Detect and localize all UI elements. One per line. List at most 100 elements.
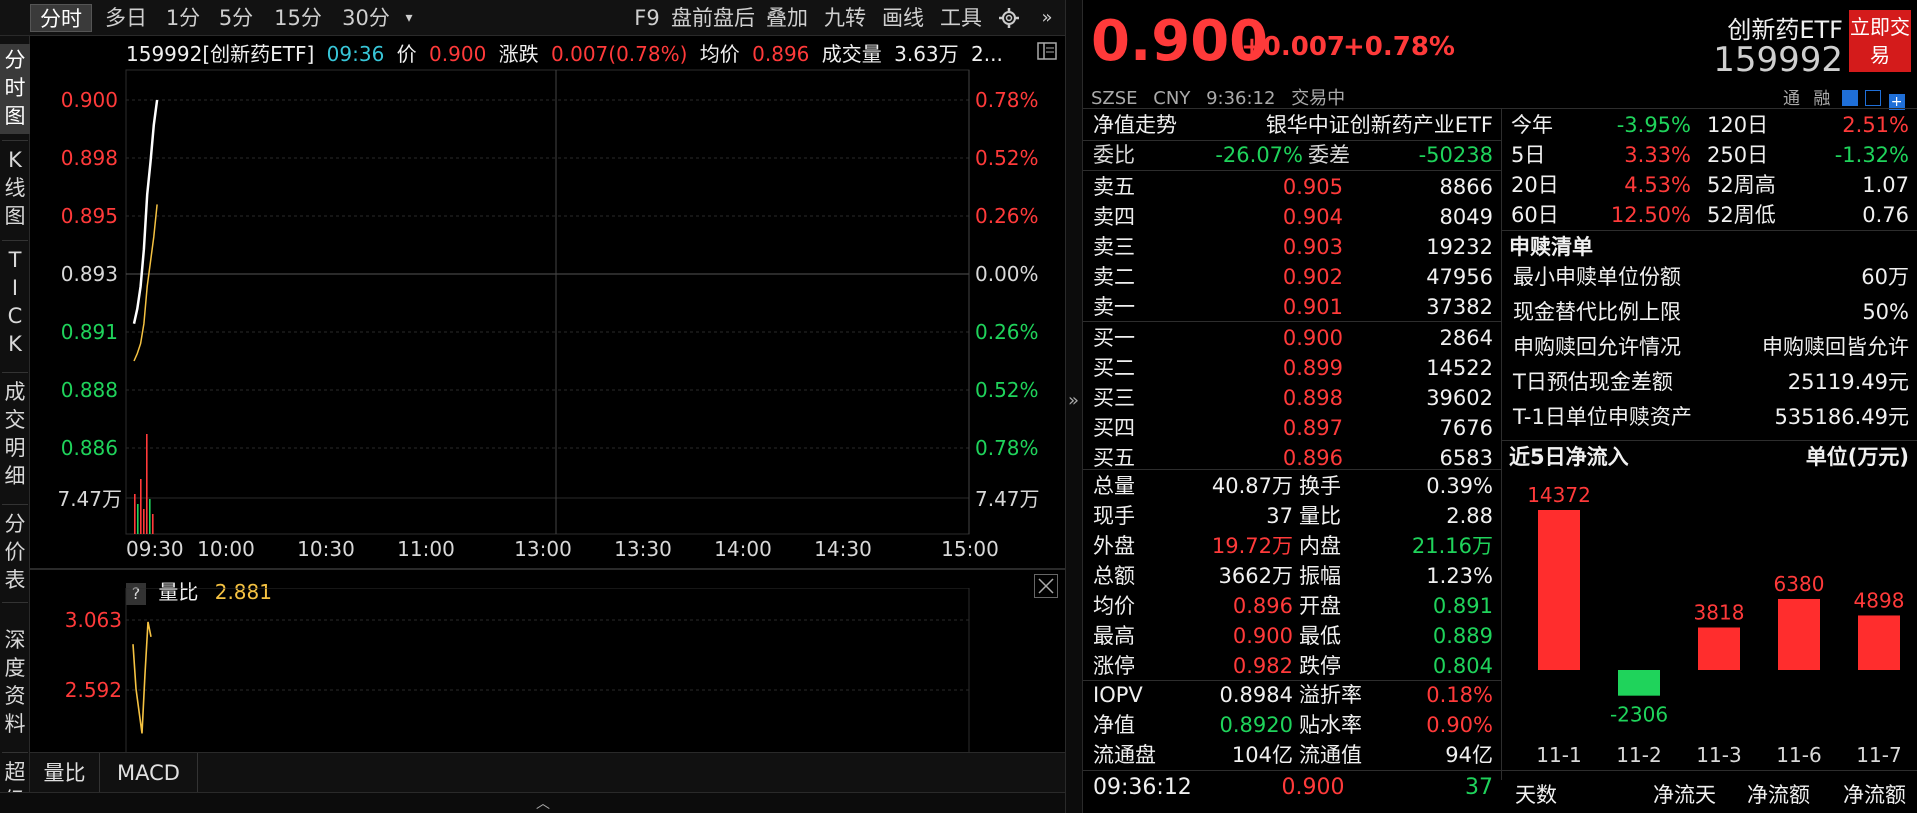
stat-row: 总量 40.87万 换手 0.39% bbox=[1093, 471, 1493, 501]
collapse-chevron-icon[interactable]: » bbox=[1068, 390, 1079, 411]
quote-panel: 0.900 +0.007 +0.78% 创新药ETF 159992 立即交易 S… bbox=[1083, 0, 1917, 813]
tab-volume-ratio[interactable]: 量比 bbox=[30, 753, 100, 793]
sidebar-item-deep-data[interactable]: 深度资料 bbox=[0, 626, 30, 746]
x-tick: 15:00 bbox=[941, 537, 999, 561]
intraday-chart[interactable]: 159992[创新药ETF] 09:36 价 0.900 涨跌 0.007(0.… bbox=[30, 36, 1065, 813]
ask-label: 卖一 bbox=[1093, 295, 1135, 319]
netflow-date: 11-1 bbox=[1536, 743, 1581, 767]
last-trade-row: 09:36:12 0.900 37 bbox=[1093, 773, 1493, 803]
tab-nine-turn[interactable]: 九转 bbox=[822, 4, 868, 32]
sidebar-item-tick[interactable]: TICK bbox=[0, 246, 30, 366]
ask-volume: 19232 bbox=[1426, 235, 1493, 259]
netflow-bar bbox=[1698, 627, 1740, 670]
fund-full-name: 银华中证创新药产业ETF bbox=[1265, 113, 1493, 137]
last-trade-volume: 37 bbox=[1465, 775, 1493, 800]
stat-value: 19.72万 bbox=[1211, 534, 1293, 558]
bid-row: 买一 0.900 2864 bbox=[1093, 323, 1493, 353]
tab-multiday[interactable]: 多日 bbox=[96, 4, 156, 32]
subscription-title: 申赎清单 bbox=[1509, 235, 1593, 259]
bid-price: 0.897 bbox=[1282, 416, 1343, 440]
weibi-value: -26.07% bbox=[1215, 143, 1303, 167]
more-periods-dropdown-icon[interactable]: ▾ bbox=[400, 4, 418, 32]
ratio-line bbox=[132, 621, 152, 734]
stat-row: 总额 3662万 振幅 1.23% bbox=[1093, 561, 1493, 591]
perf-row: 5日 3.33% 250日 -1.32% bbox=[1511, 140, 1909, 170]
subscription-value: 25119.49元 bbox=[1787, 370, 1909, 394]
ask-row: 卖五 0.905 8866 bbox=[1093, 172, 1493, 202]
sub-plot-frame bbox=[125, 588, 970, 779]
tab-intraday[interactable]: 分时 bbox=[30, 4, 92, 32]
stat-value: 21.16万 bbox=[1411, 534, 1493, 558]
market-status-line: SZSE CNY 9:36:12 交易中 bbox=[1091, 84, 1345, 110]
sidebar-item-price-table[interactable]: 分价表 bbox=[0, 510, 30, 600]
trade-status: 交易中 bbox=[1291, 88, 1346, 109]
double-chevron-right-icon[interactable]: » bbox=[1034, 4, 1060, 32]
bid-label: 买五 bbox=[1093, 446, 1135, 470]
stat-row: 最高 0.900 最低 0.889 bbox=[1093, 621, 1493, 651]
stat-label: 均价 bbox=[1093, 594, 1135, 618]
bid-volume: 14522 bbox=[1426, 356, 1493, 380]
netflow-title: 近5日净流入 bbox=[1509, 445, 1629, 469]
y-tick-left: 0.895 bbox=[61, 204, 118, 228]
netflow-chart: 14372 11-1 -2306 11-2 3818 11-3 6380 11-6 4898 11… bbox=[1527, 483, 1905, 767]
tab-tools[interactable]: 工具 bbox=[938, 4, 984, 32]
perf-label: 今年 bbox=[1511, 113, 1553, 137]
volume-axis-label: 7.47万 bbox=[57, 487, 122, 511]
ask-volume: 37382 bbox=[1426, 295, 1493, 319]
netflow-bar-label: 4898 bbox=[1854, 588, 1905, 612]
stat-value: 0.900 bbox=[1232, 624, 1293, 648]
netflow-bar-label: 3818 bbox=[1694, 600, 1745, 624]
tab-15min[interactable]: 15分 bbox=[266, 4, 330, 32]
bid-label: 买四 bbox=[1093, 416, 1135, 440]
tab-overlay[interactable]: 叠加 bbox=[764, 4, 810, 32]
window-icon[interactable] bbox=[1865, 90, 1882, 106]
y-tick-right: 0.52% bbox=[975, 378, 1039, 402]
tab-5min[interactable]: 5分 bbox=[210, 4, 262, 32]
x-tick: 13:00 bbox=[514, 537, 572, 561]
subscription-label: 最小申赎单位份额 bbox=[1513, 265, 1681, 289]
perf-label: 52周高 bbox=[1707, 173, 1776, 197]
stat-label: 换手 bbox=[1299, 474, 1341, 498]
tab-macd[interactable]: MACD bbox=[100, 753, 198, 793]
stat-label: 最高 bbox=[1093, 624, 1135, 648]
stat-label: 溢折率 bbox=[1299, 683, 1362, 707]
sidebar-item-trade-detail[interactable]: 成交明细 bbox=[0, 378, 30, 498]
bid-price: 0.899 bbox=[1282, 356, 1343, 380]
exchange: SZSE bbox=[1091, 88, 1138, 109]
ask-row: 卖三 0.903 19232 bbox=[1093, 232, 1493, 262]
y-tick-right: 0.78% bbox=[975, 88, 1039, 112]
sidebar-item-kline[interactable]: K线图 bbox=[0, 146, 30, 236]
tab-f9[interactable]: F9 bbox=[632, 4, 662, 32]
stat-row: 外盘 19.72万 内盘 21.16万 bbox=[1093, 531, 1493, 561]
x-tick: 14:00 bbox=[714, 537, 772, 561]
subscription-row: 现金替代比例上限 50% bbox=[1513, 297, 1909, 327]
weicha-value: -50238 bbox=[1418, 143, 1493, 167]
ask-price: 0.905 bbox=[1282, 175, 1343, 199]
tab-1min[interactable]: 1分 bbox=[160, 4, 206, 32]
x-tick: 13:30 bbox=[614, 537, 672, 561]
tab-drawing[interactable]: 画线 bbox=[880, 4, 926, 32]
bottom-bar: ︿ bbox=[0, 792, 1065, 813]
edit-icon[interactable] bbox=[1841, 90, 1858, 106]
instant-trade-button[interactable]: 立即交易 bbox=[1849, 10, 1911, 72]
ask-row: 卖四 0.904 8049 bbox=[1093, 202, 1493, 232]
sidebar-item-intraday[interactable]: 分时图 bbox=[0, 44, 30, 134]
gear-icon[interactable] bbox=[996, 4, 1022, 32]
perf-value: 1.07 bbox=[1862, 173, 1909, 197]
subscription-label: 现金替代比例上限 bbox=[1513, 300, 1681, 324]
panel-divider[interactable]: » bbox=[1065, 0, 1083, 813]
tab-premarket[interactable]: 盘前盘后 bbox=[670, 4, 756, 32]
perf-row: 20日 4.53% 52周高 1.07 bbox=[1511, 170, 1909, 200]
currency: CNY bbox=[1153, 88, 1191, 109]
y-tick-left: 0.893 bbox=[61, 262, 118, 286]
stat-row: IOPV 0.8984 溢折率 0.18% bbox=[1093, 680, 1493, 710]
expand-up-icon[interactable]: ︿ bbox=[536, 793, 550, 813]
y-tick-right: 0.78% bbox=[975, 436, 1039, 460]
netflow-footer-label: 净流额 bbox=[1843, 783, 1906, 807]
y-tick-left: 0.900 bbox=[61, 88, 118, 112]
netflow-bar bbox=[1538, 510, 1580, 670]
security-code: 159992 bbox=[1713, 40, 1843, 80]
nav-trend-link[interactable]: 净值走势 bbox=[1093, 113, 1177, 137]
ask-price: 0.904 bbox=[1282, 205, 1343, 229]
tab-30min[interactable]: 30分 bbox=[334, 4, 398, 32]
